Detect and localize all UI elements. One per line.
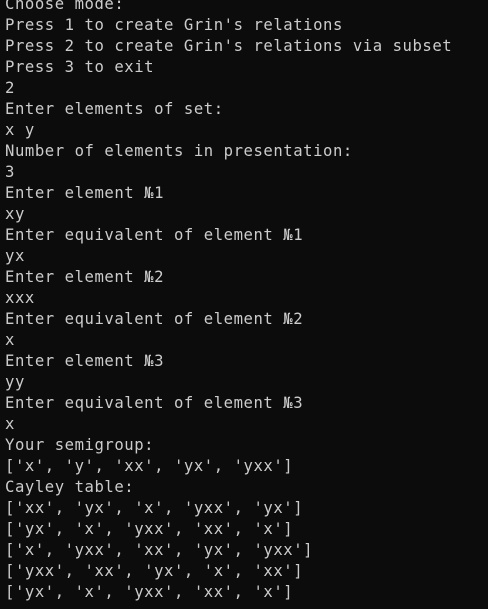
console-line: Enter element №2: [5, 268, 165, 286]
console-line: x: [5, 415, 15, 433]
console-output: Choose mode: Press 1 to create Grin's re…: [5, 0, 452, 603]
console-line: Enter equivalent of element №2: [5, 310, 304, 328]
console-line: ['xx', 'yx', 'x', 'yxx', 'yx']: [5, 499, 304, 517]
console-line: Press 3 to exit: [5, 58, 155, 76]
console-line: ['yx', 'x', 'yxx', 'xx', 'x']: [5, 520, 294, 538]
console-line: ['x', 'y', 'xx', 'yx', 'yxx']: [5, 457, 294, 475]
console-window[interactable]: Choose mode: Press 1 to create Grin's re…: [0, 0, 488, 609]
console-line: Enter equivalent of element №1: [5, 226, 304, 244]
console-line: ['yxx', 'xx', 'yx', 'x', 'xx']: [5, 562, 304, 580]
console-line: 3: [5, 163, 15, 181]
console-line: ['x', 'yxx', 'xx', 'yx', 'yxx']: [5, 541, 314, 559]
console-line: x y: [5, 121, 35, 139]
console-line: 2: [5, 79, 15, 97]
console-line: x: [5, 331, 15, 349]
console-line: Enter equivalent of element №3: [5, 394, 304, 412]
console-line: yy: [5, 373, 25, 391]
console-line: Cayley table:: [5, 478, 135, 496]
console-line: Press 2 to create Grin's relations via s…: [5, 37, 453, 55]
console-line: xxx: [5, 289, 35, 307]
console-line: Your semigroup:: [5, 436, 155, 454]
console-line: yx: [5, 247, 25, 265]
console-line: Enter element №1: [5, 184, 165, 202]
console-line: Enter element №3: [5, 352, 165, 370]
console-line: Choose mode:: [5, 0, 125, 13]
console-line: ['yx', 'x', 'yxx', 'xx', 'x']: [5, 583, 294, 601]
console-line: xy: [5, 205, 25, 223]
console-line: Number of elements in presentation:: [5, 142, 353, 160]
console-line: Press 1 to create Grin's relations: [5, 16, 343, 34]
console-line: Enter elements of set:: [5, 100, 224, 118]
